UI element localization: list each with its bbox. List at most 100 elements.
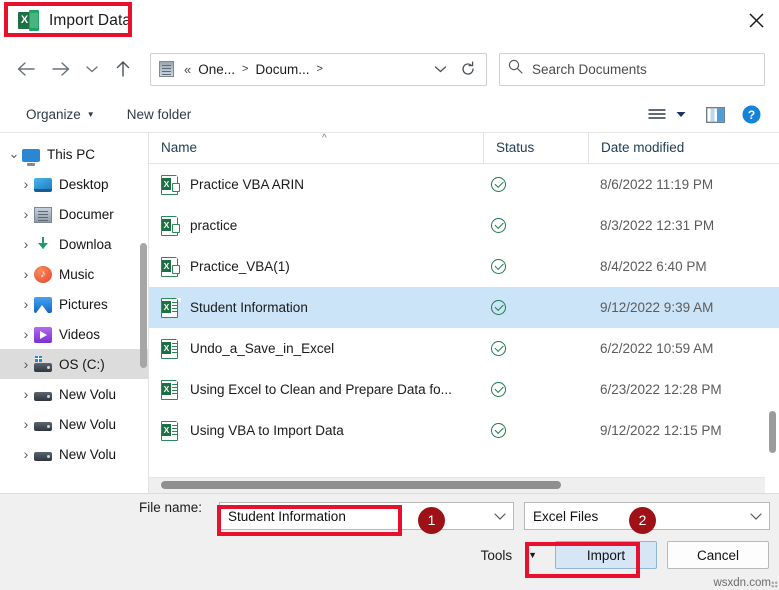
sidebar-item-music[interactable]: › Music <box>0 259 148 289</box>
sidebar-item-new-volu[interactable]: › New Volu <box>0 379 148 409</box>
table-row[interactable]: X Using Excel to Clean and Prepare Data f… <box>149 369 779 410</box>
file-list-pane: Name Status Date modified ^ X Practice VB… <box>149 133 779 493</box>
chevron-right-icon[interactable]: › <box>18 386 34 402</box>
chevron-right-icon[interactable]: › <box>18 296 34 312</box>
sidebar-item-pictures[interactable]: › Pictures <box>0 289 148 319</box>
search-box[interactable]: Search Documents <box>499 52 765 86</box>
file-name-combobox[interactable]: Student Information <box>219 502 514 530</box>
videos-icon <box>34 326 52 343</box>
file-list: X Practice VBA ARIN 8/6/2022 11:19 PM Xprac… <box>149 164 779 493</box>
chevron-down-icon[interactable]: ⌄ <box>6 146 22 162</box>
sidebar-item-new-volu[interactable]: › New Volu <box>0 439 148 469</box>
watermark: wsxdn.com <box>713 577 771 589</box>
column-header-name[interactable]: Name <box>149 133 483 163</box>
table-row[interactable]: X Using VBA to Import Data 9/12/2022 12:15… <box>149 410 779 451</box>
new-folder-button[interactable]: New folder <box>119 104 200 125</box>
sidebar-item-label: OS (C:) <box>59 356 105 372</box>
up-button[interactable] <box>106 52 140 86</box>
file-name-cell: X Practice VBA ARIN <box>149 174 483 196</box>
column-headers: Name Status Date modified ^ <box>149 133 779 164</box>
annotation-badge-2: 2 <box>629 507 656 534</box>
this-pc-icon <box>22 148 40 166</box>
status-cell <box>483 259 588 274</box>
status-cell <box>483 423 588 438</box>
table-row[interactable]: X Student Information 9/12/2022 9:39 AM <box>149 287 779 328</box>
breadcrumb-chevron-1[interactable]: > <box>312 63 326 75</box>
sidebar-item-this-pc[interactable]: ⌄ This PC <box>0 139 148 169</box>
sync-complete-icon <box>491 423 506 438</box>
file-name-chevron-down-icon[interactable] <box>487 512 513 520</box>
sidebar-item-label: New Volu <box>59 386 117 402</box>
view-dropdown-icon[interactable] <box>671 101 691 129</box>
breadcrumb-item-0[interactable]: One... <box>195 62 238 77</box>
sidebar-item-desktop[interactable]: › Desktop <box>0 169 148 199</box>
recent-locations-dropdown[interactable] <box>80 52 104 86</box>
breadcrumb-chevron-0[interactable]: > <box>238 63 252 75</box>
sidebar-item-label: New Volu <box>59 446 117 462</box>
chevron-right-icon[interactable]: › <box>18 206 34 222</box>
chevron-right-icon[interactable]: › <box>18 236 34 252</box>
file-name-text: Using VBA to Import Data <box>190 423 344 438</box>
cancel-button[interactable]: Cancel <box>667 541 769 569</box>
sidebar-scrollbar[interactable] <box>140 243 147 368</box>
file-list-vertical-scrollbar[interactable] <box>769 411 776 453</box>
sync-complete-icon <box>491 341 506 356</box>
chevron-right-icon[interactable]: › <box>18 356 34 372</box>
table-row[interactable]: X Undo_a_Save_in_Excel 6/2/2022 10:59 AM <box>149 328 779 369</box>
sidebar-item-downloa[interactable]: › Downloa <box>0 229 148 259</box>
desktop-icon <box>34 178 52 192</box>
view-list-icon[interactable] <box>643 101 671 129</box>
excel-icon: X <box>18 10 39 31</box>
breadcrumb-item-1[interactable]: Docum... <box>252 62 312 77</box>
status-cell <box>483 382 588 397</box>
search-input[interactable]: Search Documents <box>532 62 647 77</box>
drive-icon <box>34 392 52 401</box>
os-drive-icon <box>34 355 52 372</box>
chevron-right-icon[interactable]: › <box>18 326 34 342</box>
sidebar-item-documer[interactable]: › Documer <box>0 199 148 229</box>
horizontal-scroll-thumb[interactable] <box>161 481 561 489</box>
chevron-right-icon[interactable]: › <box>18 446 34 462</box>
sidebar-item-new-volu[interactable]: › New Volu <box>0 409 148 439</box>
back-button[interactable] <box>8 52 42 86</box>
file-type-chevron-down-icon[interactable] <box>743 512 769 520</box>
address-bar[interactable]: « One... > Docum... > <box>150 52 487 86</box>
import-button[interactable]: Import <box>555 541 657 569</box>
music-icon <box>34 265 52 283</box>
column-header-date-modified[interactable]: Date modified <box>588 133 779 163</box>
title-bar: X Import Data <box>0 0 779 41</box>
tools-dropdown[interactable]: Tools ▼ <box>481 548 537 563</box>
annotation-badge-1: 1 <box>418 507 445 534</box>
breadcrumb-overflow[interactable]: « <box>180 62 195 77</box>
close-button[interactable] <box>733 0 779 41</box>
table-row[interactable]: Xpractice 8/3/2022 12:31 PM <box>149 205 779 246</box>
window-title: Import Data <box>49 11 132 29</box>
documents-folder-icon <box>159 61 174 77</box>
chevron-right-icon[interactable]: › <box>18 176 34 192</box>
sidebar-item-os-c[interactable]: › OS (C:) <box>0 349 148 379</box>
excel-file-icon: X <box>161 420 181 442</box>
excel-file-icon: X <box>161 338 181 360</box>
file-name-input[interactable]: Student Information <box>220 509 487 524</box>
file-list-horizontal-scrollbar[interactable] <box>149 477 765 493</box>
preview-pane-icon[interactable] <box>701 101 729 129</box>
dialog-footer: File name: Student Information Excel Fil… <box>0 493 779 590</box>
sidebar-item-videos[interactable]: › Videos <box>0 319 148 349</box>
column-header-status[interactable]: Status <box>483 133 588 163</box>
excel-file-icon: X <box>161 379 181 401</box>
file-name-text: practice <box>190 218 238 233</box>
help-icon[interactable]: ? <box>737 101 765 129</box>
status-cell <box>483 300 588 315</box>
organize-button[interactable]: Organize ▼ <box>18 104 103 125</box>
forward-button[interactable] <box>44 52 78 86</box>
chevron-right-icon[interactable]: › <box>18 416 34 432</box>
table-row[interactable]: X Practice VBA ARIN 8/6/2022 11:19 PM <box>149 164 779 205</box>
chevron-right-icon[interactable]: › <box>18 266 34 282</box>
title-group: X Import Data <box>18 10 131 31</box>
new-folder-label: New folder <box>126 107 192 122</box>
refresh-icon[interactable] <box>454 55 482 83</box>
date-modified-cell: 8/6/2022 11:19 PM <box>600 177 714 192</box>
import-data-dialog: X Import Data « One... > Docum... > Sear… <box>0 0 779 590</box>
address-dropdown-icon[interactable] <box>426 55 454 83</box>
table-row[interactable]: X Practice_VBA(1) 8/4/2022 6:40 PM <box>149 246 779 287</box>
